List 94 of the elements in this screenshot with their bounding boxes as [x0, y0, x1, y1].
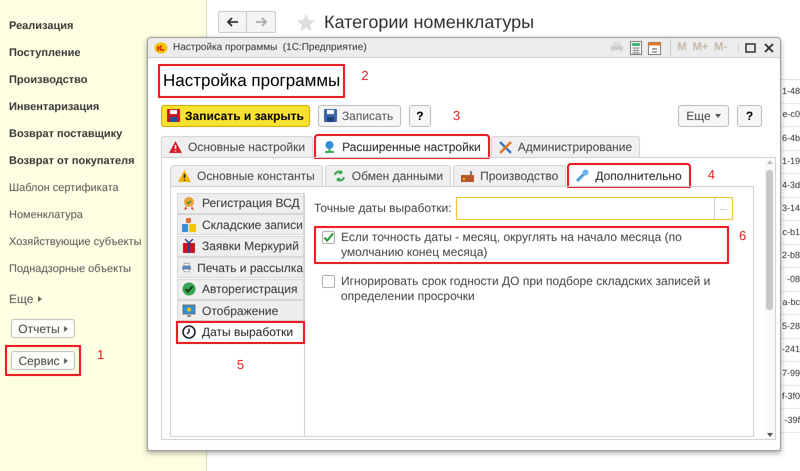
floppy-icon — [167, 109, 180, 122]
nav-link[interactable]: Производство — [9, 72, 88, 88]
annotation-number: 4 — [708, 166, 715, 184]
tab[interactable]: Основные константы — [170, 164, 323, 186]
table-cell-text: e-c0 — [782, 108, 800, 121]
calendar-icon[interactable] — [648, 40, 662, 54]
app-logo-icon — [154, 42, 168, 54]
caret-icon — [38, 296, 42, 302]
wrench-icon — [576, 169, 590, 182]
table-cell-text: c-b1 — [782, 226, 800, 238]
scroll-up-icon[interactable] — [766, 160, 772, 164]
section-item[interactable]: Регистрация ВСД — [177, 192, 304, 214]
table-cell-text: 6-4b — [782, 132, 800, 144]
option-label: Игнорировать срок годности ДО при подборе складских записей и определении просрочки — [341, 274, 712, 304]
boxes-icon — [182, 218, 196, 232]
form-heading: Настройка программы — [158, 64, 346, 98]
menu-button[interactable]: Сервис — [11, 351, 75, 370]
save-button[interactable]: Записать — [318, 104, 401, 126]
table-cell-text: 2-b8 — [782, 249, 800, 262]
section-item[interactable]: Авторегистрация — [177, 278, 304, 300]
nav-link[interactable]: Возврат поставщику — [9, 126, 122, 142]
caret-icon — [64, 358, 68, 364]
section-item[interactable]: Заявки Меркурий — [177, 236, 304, 256]
scrollbar[interactable] — [764, 158, 775, 439]
network-icon — [323, 140, 336, 153]
table-cell-text: 4-3d — [782, 178, 800, 192]
tab[interactable]: Дополнительно — [568, 164, 690, 186]
annotation-number: 3 — [452, 106, 460, 125]
floppy-icon — [324, 109, 337, 122]
select-button[interactable]: ... — [714, 198, 732, 218]
calculator-icon[interactable] — [630, 40, 642, 54]
window-title: Настройка программы (1С:Предприятие) — [173, 41, 367, 55]
tab[interactable]: Расширенные настройки — [315, 134, 489, 158]
date-input-field[interactable]: ... — [456, 196, 733, 220]
menu-button[interactable]: Отчеты — [11, 319, 75, 338]
section-item[interactable]: Даты выработки — [177, 322, 304, 342]
tab[interactable]: Основные настройки — [161, 136, 314, 158]
nav-link[interactable]: Поднадзорные объекты — [9, 261, 132, 277]
section-item[interactable]: Отображение — [177, 300, 304, 321]
nav-link[interactable]: Шаблон сертификата — [9, 180, 119, 196]
save-and-close-button[interactable]: Записать и закрыть — [161, 104, 310, 126]
caret-icon — [714, 114, 721, 118]
star-icon[interactable] — [296, 12, 316, 32]
monitor-icon — [182, 304, 196, 318]
table-cell-text: f-3f0 — [782, 390, 800, 403]
nav-link[interactable]: Реализация — [9, 18, 74, 34]
tab[interactable]: Администрирование — [490, 136, 640, 158]
maximize-icon[interactable] — [745, 42, 756, 52]
option-label: Если точность даты - месяц, округлять на начало месяца (по умолчанию конец месяца) — [341, 230, 683, 260]
help-button[interactable]: ? — [737, 104, 762, 126]
table-cell-text: a-bc — [782, 296, 800, 309]
field-label: Точные даты выработки: — [314, 200, 452, 217]
nav-link[interactable]: Поступление — [9, 45, 81, 61]
nav-link[interactable]: Номенклатура — [9, 207, 83, 223]
badge-icon — [182, 196, 196, 210]
close-icon[interactable] — [764, 42, 774, 52]
gift-box-icon — [182, 239, 196, 253]
annotation-number: 1 — [97, 346, 104, 364]
tools-icon — [498, 140, 512, 154]
table-cell-text: -241 — [782, 343, 800, 356]
printer-icon — [182, 261, 192, 274]
forward-icon — [255, 17, 267, 27]
check-badge-icon — [182, 282, 196, 296]
more-link[interactable]: Еще — [9, 288, 42, 310]
caret-icon — [64, 326, 68, 332]
checkbox[interactable] — [322, 274, 335, 288]
sync-arrows-icon — [332, 170, 346, 182]
table-cell-text: 5-28 — [782, 320, 800, 332]
tab[interactable]: Производство — [453, 164, 566, 186]
table-cell-text: 1-19 — [782, 155, 800, 168]
back-icon — [226, 17, 238, 27]
nav-link[interactable]: Хозяйствующие субъекты — [9, 234, 142, 250]
checkbox[interactable] — [322, 230, 335, 244]
annotation-number: 5 — [236, 356, 244, 374]
help-button[interactable]: ? — [408, 104, 431, 126]
factory-icon — [461, 170, 474, 182]
clock-icon — [182, 325, 196, 339]
section-item[interactable]: Печать и рассылка — [177, 257, 304, 278]
annotation-number: 2 — [361, 67, 368, 85]
nav-link[interactable]: Инвентаризация — [9, 99, 100, 115]
page-title: Категории номенклатуры — [324, 10, 534, 34]
scroll-down-icon[interactable] — [766, 433, 772, 437]
table-cell-text: 1-48 — [782, 84, 800, 98]
section-item[interactable]: Складские записи — [177, 214, 304, 235]
warning-icon — [178, 170, 191, 182]
table-cell-text: 7-99 — [782, 366, 800, 380]
warning-icon — [169, 141, 182, 153]
table-cell-text: -39f — [784, 414, 800, 426]
table-cell-text: -08 — [786, 272, 800, 286]
tab[interactable]: Обмен данными — [324, 164, 452, 186]
nav-link[interactable]: Возврат от покупателя — [9, 153, 135, 169]
more-button[interactable]: Еще — [678, 104, 729, 126]
table-cell-text: 3-14 — [782, 202, 800, 215]
annotation-number: 6 — [739, 226, 747, 244]
